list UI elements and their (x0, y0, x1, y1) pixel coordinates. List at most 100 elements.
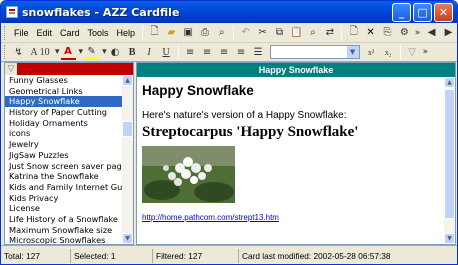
title-bar[interactable]: snowflakes - AZZ Cardfile _ □ ✕ (1, 1, 457, 23)
underline-button[interactable]: U (159, 45, 174, 60)
list-scrollbar[interactable]: ▲ ▼ (122, 75, 133, 244)
toolbar-more-icon[interactable]: » (415, 28, 421, 38)
list-item[interactable]: Kids and Family Internet Guide (5, 182, 122, 193)
font-size-button[interactable]: A 10 (28, 45, 52, 60)
align-center-icon[interactable]: ≡ (200, 45, 215, 60)
list-item[interactable]: License (5, 203, 122, 214)
filter-icon[interactable]: ▽ (5, 63, 17, 75)
bullet-list-icon[interactable]: ☰ (251, 45, 266, 60)
replace-icon[interactable]: ⇄ (323, 25, 338, 40)
open-folder-icon[interactable]: ▰ (164, 25, 179, 40)
list-item[interactable]: Maximum Snowflake size (5, 225, 122, 236)
print-preview-icon[interactable]: ⌕ (214, 25, 229, 40)
combo-arrow-icon[interactable]: ▼ (346, 46, 359, 58)
bold-button[interactable]: B (125, 45, 140, 60)
filter-dropdown-icon[interactable]: ▽ (405, 45, 420, 60)
font-size-dropdown-icon[interactable]: ▾ (55, 47, 60, 57)
card-link[interactable]: http://home.pathcom.com/strept13.htm (142, 213, 442, 222)
list-item-selected[interactable]: Happy Snowflake (5, 96, 122, 108)
filter-bar[interactable]: ▽ (5, 63, 133, 75)
separator (341, 25, 343, 40)
window-title: snowflakes - AZZ Cardfile (22, 5, 180, 19)
cut-icon[interactable]: ✂ (255, 25, 270, 40)
scroll-down-icon[interactable]: ▼ (122, 233, 133, 244)
save-icon[interactable]: ▣ (181, 25, 196, 40)
list-item[interactable]: Life History of a Snowflake (5, 214, 122, 225)
superscript-button[interactable]: x² (364, 45, 379, 60)
toolbar-grip[interactable] (4, 25, 7, 40)
menu-tools[interactable]: Tools (84, 28, 113, 38)
list-item[interactable]: Funny Glasses (5, 75, 122, 86)
undo-icon[interactable]: ↶ (238, 25, 253, 40)
paste-icon[interactable]: 📋 (289, 25, 304, 40)
list-item[interactable]: JigSaw Puzzles (5, 150, 122, 161)
subscript-button[interactable]: x₂ (381, 45, 396, 60)
italic-button[interactable]: I (142, 45, 157, 60)
list-item[interactable]: Microscopic Snowflakes (5, 235, 122, 244)
scrollbar-thumb[interactable] (122, 121, 133, 137)
list-item[interactable]: icons (5, 128, 122, 139)
style-combobox[interactable]: ▼ (269, 45, 360, 59)
list-item[interactable]: Katrina the Snowflake (5, 171, 122, 182)
flower-image (142, 146, 235, 203)
highlight-dropdown-icon[interactable]: ▾ (102, 47, 107, 57)
status-selected: Selected: 1 (71, 248, 153, 263)
font-color-icon[interactable]: A (60, 45, 76, 60)
status-filtered: Filtered: 127 (153, 248, 239, 263)
card-editor[interactable]: Happy Snowflake Here's nature's version … (142, 83, 442, 243)
forward-icon[interactable]: ▶ (441, 25, 456, 40)
back-icon[interactable]: ◀ (424, 25, 439, 40)
list-item[interactable]: Geometrical Links (5, 86, 122, 97)
card-list[interactable]: Funny Glasses Geometrical Links Happy Snow… (5, 75, 122, 244)
menu-help[interactable]: Help (113, 28, 140, 38)
card-text[interactable]: Here's nature's version of a Happy Snowf… (142, 110, 442, 121)
list-item[interactable]: History of Paper Cutting (5, 107, 122, 118)
print-icon[interactable]: ⎙ (198, 25, 213, 40)
menu-edit[interactable]: Edit (33, 28, 57, 38)
scroll-up-icon[interactable]: ▲ (444, 77, 455, 88)
color-picker-icon[interactable]: ◐ (108, 45, 123, 60)
list-item[interactable]: Just Snow screen saver page (5, 161, 122, 172)
find-icon[interactable]: ⌕ (306, 25, 321, 40)
status-modified: Card last modified: 2002-05-28 06:57:38 (242, 250, 391, 261)
copy-icon[interactable]: ⧉ (272, 25, 287, 40)
list-item[interactable]: Jewelry (5, 139, 122, 150)
main-area: ▽ Funny Glasses Geometrical Links Happy Sn… (1, 62, 457, 245)
minimize-button[interactable]: _ (392, 2, 411, 22)
list-item[interactable]: Holiday Ornaments (5, 118, 122, 129)
separator (399, 45, 401, 59)
card-list-panel: ▽ Funny Glasses Geometrical Links Happy Sn… (4, 62, 134, 245)
card-content-panel: Happy Snowflake Happy Snowflake Here's n… (136, 62, 456, 245)
menu-toolbar-row: File Edit Card Tools Help 🗋 ▰ ▣ ⎙ ⌕ ↶ ✂ … (1, 23, 457, 43)
scroll-up-icon[interactable]: ▲ (122, 75, 133, 86)
cardfile-app-icon[interactable] (6, 6, 18, 18)
card-settings-icon[interactable]: ⚙ (397, 25, 412, 40)
new-card-icon[interactable]: 🗋 (147, 25, 162, 40)
menu-card[interactable]: Card (56, 28, 84, 38)
scroll-down-icon[interactable]: ▼ (444, 233, 455, 244)
card-scrollbar[interactable]: ▲ ▼ (444, 77, 455, 244)
list-item[interactable]: Kids Privacy (5, 193, 122, 204)
format-toolbar: ↯ A 10 ▾ A ▾ ✎ ▾ ◐ B I U ≡ ≡ ≡ ≡ ☰ ▼ x² … (1, 43, 457, 62)
menu-file[interactable]: File (10, 28, 33, 38)
add-card-icon[interactable]: 🗋 (346, 25, 361, 40)
maximize-button[interactable]: □ (413, 2, 432, 22)
card-heading[interactable]: Happy Snowflake (142, 83, 442, 98)
close-button[interactable]: ✕ (434, 2, 453, 22)
card-subheading[interactable]: Streptocarpus 'Happy Snowflake' (142, 124, 442, 141)
scrollbar-thumb[interactable] (444, 89, 455, 219)
separator (177, 45, 179, 59)
justify-icon[interactable]: ≡ (234, 45, 249, 60)
font-color-dropdown-icon[interactable]: ▾ (79, 47, 84, 57)
align-right-icon[interactable]: ≡ (217, 45, 232, 60)
delete-card-icon[interactable]: ✕ (363, 25, 378, 40)
app-window: snowflakes - AZZ Cardfile _ □ ✕ File Edi… (0, 0, 458, 265)
separator (233, 25, 235, 40)
duplicate-card-icon[interactable]: ⎘ (380, 25, 395, 40)
clear-format-icon[interactable]: ↯ (11, 45, 26, 60)
format-more-icon[interactable]: » (423, 47, 429, 57)
highlight-icon[interactable]: ✎ (84, 45, 100, 60)
separator (142, 25, 144, 40)
toolbar-grip[interactable] (4, 45, 7, 59)
align-left-icon[interactable]: ≡ (183, 45, 198, 60)
